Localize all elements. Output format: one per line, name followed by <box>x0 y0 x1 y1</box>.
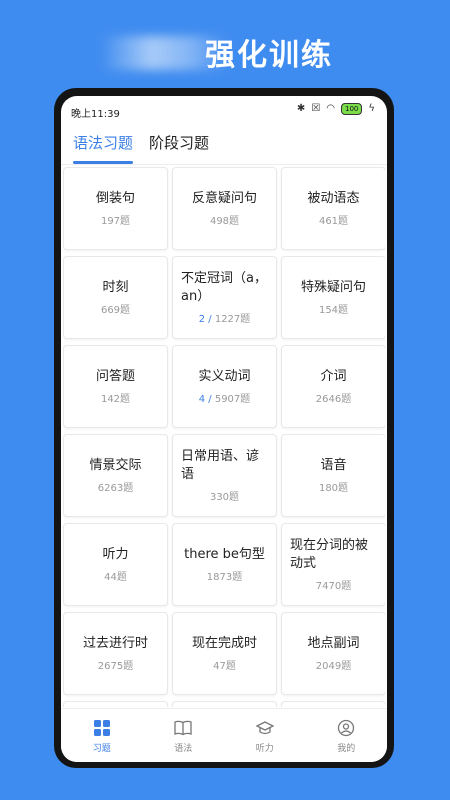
exercise-title: 现在分词的被动式 <box>290 538 369 571</box>
exercise-card[interactable]: 反意疑问句 498题 <box>172 167 277 250</box>
exercise-count: 142题 <box>100 394 131 405</box>
nav-label: 语法 <box>174 744 193 754</box>
exercise-title: 问答题 <box>95 369 135 384</box>
graduation-cap-icon <box>255 721 274 735</box>
battery-icon: 100 <box>341 103 363 115</box>
exercise-title: 过去进行时 <box>82 636 148 651</box>
book-icon <box>174 720 192 736</box>
exercise-title: there be句型 <box>184 547 265 562</box>
exercise-card[interactable]: 情景交际 6263题 <box>63 434 168 517</box>
exercise-title: 地点副词 <box>307 636 360 651</box>
exercise-title: 特殊疑问句 <box>300 280 366 295</box>
wifi-icon: ◠ <box>326 103 336 114</box>
nav-exercises[interactable]: 习题 <box>61 709 143 762</box>
headline-text: 强化训练 <box>205 38 333 73</box>
exercise-title: 时刻 <box>102 280 129 295</box>
exercise-title: 反意疑问句 <box>191 191 257 206</box>
exercise-card-partial[interactable] <box>172 701 277 707</box>
status-time: 晚上11:39 <box>71 109 120 120</box>
nav-label: 习题 <box>92 744 111 754</box>
exercise-count: 154题 <box>318 305 349 316</box>
tab-stage-exercises[interactable]: 阶段习题 <box>149 130 209 160</box>
exercise-count: 44题 <box>104 572 127 583</box>
exercise-card[interactable]: there be句型 1873题 <box>172 523 277 606</box>
user-icon <box>338 719 355 737</box>
status-icons: ✱ ☒ ◠ 100 ϟ <box>297 102 375 116</box>
exercise-title: 语音 <box>320 458 347 473</box>
exercise-count: 4 / 5907题 <box>198 394 251 405</box>
grid-icon <box>93 720 110 736</box>
exercise-card[interactable]: 被动语态 461题 <box>281 167 385 250</box>
exercise-count: 330题 <box>209 492 240 503</box>
exercise-count: 461题 <box>318 216 349 227</box>
exercise-card[interactable]: 时刻 669题 <box>63 256 168 339</box>
nav-profile[interactable]: 我的 <box>306 709 388 762</box>
exercise-title: 现在完成时 <box>191 636 257 651</box>
exercise-title: 实义动词 <box>198 369 251 384</box>
exercise-count: 47题 <box>213 661 236 672</box>
bottom-nav: 习题 语法 听力 我的 <box>61 708 387 762</box>
exercise-card[interactable]: 听力 44题 <box>63 523 168 606</box>
exercise-card[interactable]: 语音 180题 <box>281 434 385 517</box>
exercise-count: 6263题 <box>97 483 134 494</box>
exercise-card-partial[interactable] <box>63 701 168 707</box>
exercise-count: 1873题 <box>206 572 243 583</box>
exercise-card[interactable]: 过去进行时 2675题 <box>63 612 168 695</box>
exercise-title: 情景交际 <box>89 458 142 473</box>
exercise-card[interactable]: 特殊疑问句 154题 <box>281 256 385 339</box>
exercise-count: 669题 <box>100 305 131 316</box>
exercise-count: 498题 <box>209 216 240 227</box>
nav-grammar[interactable]: 语法 <box>143 709 225 762</box>
exercise-count: 197题 <box>100 216 131 227</box>
exercise-title: 不定冠词（a，an） <box>181 271 267 304</box>
promo-headline: 强化训练 <box>0 26 450 74</box>
exercise-card[interactable]: 实义动词 4 / 5907题 <box>172 345 277 428</box>
exercise-title: 介词 <box>320 369 347 384</box>
exercise-count: 2675题 <box>97 661 134 672</box>
exercise-title: 听力 <box>102 547 129 562</box>
exercise-count: 180题 <box>318 483 349 494</box>
exercise-title: 倒装句 <box>95 191 135 206</box>
exercise-title: 日常用语、谚语 <box>181 449 260 482</box>
exercise-card[interactable]: 介词 2646题 <box>281 345 385 428</box>
exercise-card[interactable]: 现在完成时 47题 <box>172 612 277 695</box>
exercise-card[interactable]: 地点副词 2049题 <box>281 612 385 695</box>
exercise-card[interactable]: 问答题 142题 <box>63 345 168 428</box>
status-bar: 晚上11:39 ✱ ☒ ◠ 100 ϟ <box>61 96 387 124</box>
exercise-card[interactable]: 现在分词的被动式 7470题 <box>281 523 385 606</box>
tab-bar: 语法习题 阶段习题 <box>73 130 209 164</box>
exercise-count: 2 / 1227题 <box>198 314 251 325</box>
exercise-card-partial[interactable] <box>281 701 385 707</box>
tab-grammar-exercises[interactable]: 语法习题 <box>73 130 134 164</box>
app-screen: 晚上11:39 ✱ ☒ ◠ 100 ϟ 语法习题 阶段习题 倒装句 197题 反意… <box>61 96 387 762</box>
nav-listening[interactable]: 听力 <box>224 709 306 762</box>
exercise-count: 2646题 <box>315 394 352 405</box>
exercise-card[interactable]: 不定冠词（a，an） 2 / 1227题 <box>172 256 277 339</box>
exercise-count: 7470题 <box>315 581 352 592</box>
exercise-title: 被动语态 <box>307 191 360 206</box>
bluetooth-icon: ✱ <box>296 103 306 114</box>
exercise-grid: 倒装句 197题 反意疑问句 498题 被动语态 461题 时刻 669题 不定冠词（a… <box>63 167 385 707</box>
nav-label: 听力 <box>255 744 274 754</box>
nav-label: 我的 <box>337 744 356 754</box>
exercise-card[interactable]: 日常用语、谚语 330题 <box>172 434 277 517</box>
exercise-count: 2049题 <box>315 661 352 672</box>
tab-divider <box>61 164 387 165</box>
charging-icon: ϟ <box>368 103 375 114</box>
sim-icon: ☒ <box>311 103 321 114</box>
exercise-card[interactable]: 倒装句 197题 <box>63 167 168 250</box>
